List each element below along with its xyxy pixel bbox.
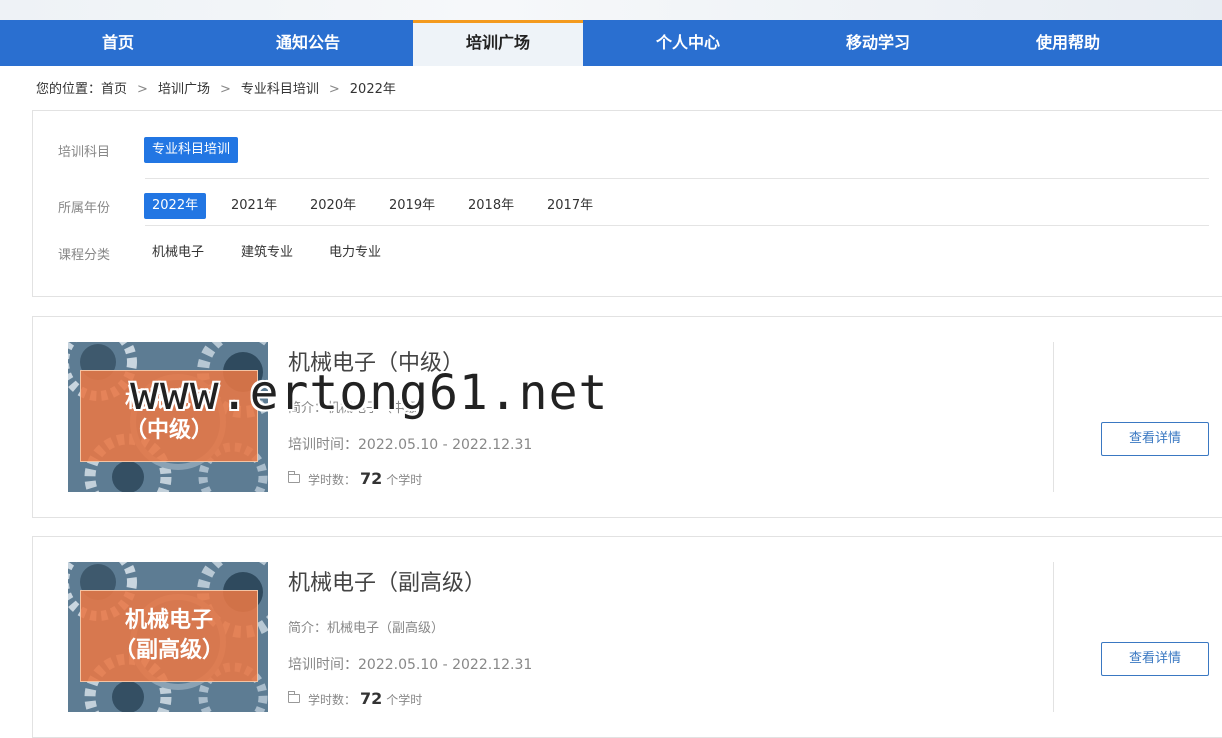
folder-icon (288, 691, 300, 703)
view-details-button[interactable]: 查看详情 (1101, 642, 1209, 676)
nav-item-training-square[interactable]: 培训广场 (413, 20, 583, 66)
folder-icon (288, 471, 300, 483)
course-card: 机械电子 （副高级） 机械电子（副高级） 简介：机械电子（副高级） 培训时间：2… (32, 536, 1222, 738)
filter-panel: 培训科目 专业科目培训 所属年份 2022年 2021年 2020年 2019年… (32, 110, 1222, 297)
course-hours: 学时数： 72 个学时 (288, 689, 422, 708)
main-navigation: 首页 通知公告 培训广场 个人中心 移动学习 使用帮助 (0, 20, 1222, 66)
filter-option-mechatronics[interactable]: 机械电子 (144, 240, 212, 266)
course-title[interactable]: 机械电子（中级） (288, 345, 464, 377)
filter-label-subject: 培训科目 (58, 145, 111, 160)
course-description: 简介：机械电子（副高级） (288, 621, 445, 636)
nav-item-home[interactable]: 首页 (23, 20, 213, 66)
view-details-button[interactable]: 查看详情 (1101, 422, 1209, 456)
top-banner-strip (0, 0, 1222, 20)
breadcrumb-current-year: 2022年 (349, 82, 396, 97)
course-thumbnail[interactable]: 机械电子 （副高级） (68, 562, 268, 712)
course-training-time: 培训时间：2022.05.10 - 2022.12.31 (288, 437, 533, 453)
course-hours-unit: 个学时 (386, 693, 423, 707)
thumbnail-caption-line1: 机械电子 (124, 608, 213, 633)
filter-option-architecture[interactable]: 建筑专业 (233, 240, 301, 266)
course-hours: 学时数： 72 个学时 (288, 469, 422, 488)
thumbnail-caption-line1: 机械电子 (124, 388, 213, 413)
course-hours-value: 72 (360, 689, 383, 708)
course-hours-label: 学时数： (308, 473, 357, 487)
breadcrumb-separator: > (137, 82, 148, 97)
filter-option-year-2022[interactable]: 2022年 (144, 193, 207, 219)
breadcrumb-home[interactable]: 首页 (101, 78, 127, 97)
breadcrumb: 您的位置：首页 > 培训广场 > 专业科目培训 >2022年 (36, 78, 396, 97)
thumbnail-caption: 机械电子 （中级） (80, 370, 258, 446)
filter-option-year-2018[interactable]: 2018年 (460, 193, 522, 219)
thumbnail-caption-line2: （副高级） (113, 638, 224, 663)
filter-option-electric-power[interactable]: 电力专业 (321, 240, 389, 266)
filter-divider (145, 178, 1209, 179)
breadcrumb-professional-training[interactable]: 专业科目培训 (241, 78, 319, 97)
thumbnail-caption-line2: （中级） (124, 418, 213, 443)
breadcrumb-separator: > (219, 82, 231, 97)
nav-item-mobile-learning[interactable]: 移动学习 (783, 20, 973, 66)
breadcrumb-prefix: 您的位置： (36, 82, 102, 97)
filter-option-year-2021[interactable]: 2021年 (223, 193, 285, 219)
nav-item-personal-center[interactable]: 个人中心 (593, 20, 783, 66)
nav-item-notices[interactable]: 通知公告 (213, 20, 403, 66)
breadcrumb-separator: > (328, 82, 340, 97)
course-hours-unit: 个学时 (386, 473, 423, 487)
course-description: 简介：机械电子（中级） (288, 401, 432, 416)
course-hours-label: 学时数： (308, 693, 357, 707)
card-divider (1053, 342, 1054, 492)
course-hours-value: 72 (360, 469, 383, 488)
course-card: 机械电子 （中级） 机械电子（中级） 简介：机械电子（中级） 培训时间：2022… (32, 316, 1222, 518)
thumbnail-caption: 机械电子 （副高级） (80, 590, 258, 666)
breadcrumb-training-square[interactable]: 培训广场 (158, 78, 210, 97)
filter-option-year-2019[interactable]: 2019年 (381, 193, 443, 219)
filter-option-subject[interactable]: 专业科目培训 (144, 137, 239, 163)
course-thumbnail[interactable]: 机械电子 （中级） (68, 342, 268, 492)
filter-label-year: 所属年份 (58, 201, 111, 216)
filter-option-year-2017[interactable]: 2017年 (539, 193, 601, 219)
filter-label-category: 课程分类 (58, 248, 111, 263)
filter-option-year-2020[interactable]: 2020年 (302, 193, 364, 219)
filter-divider (145, 225, 1209, 226)
course-title[interactable]: 机械电子（副高级） (288, 565, 486, 597)
card-divider (1053, 562, 1054, 712)
course-training-time: 培训时间：2022.05.10 - 2022.12.31 (288, 657, 533, 673)
nav-item-help[interactable]: 使用帮助 (973, 20, 1163, 66)
